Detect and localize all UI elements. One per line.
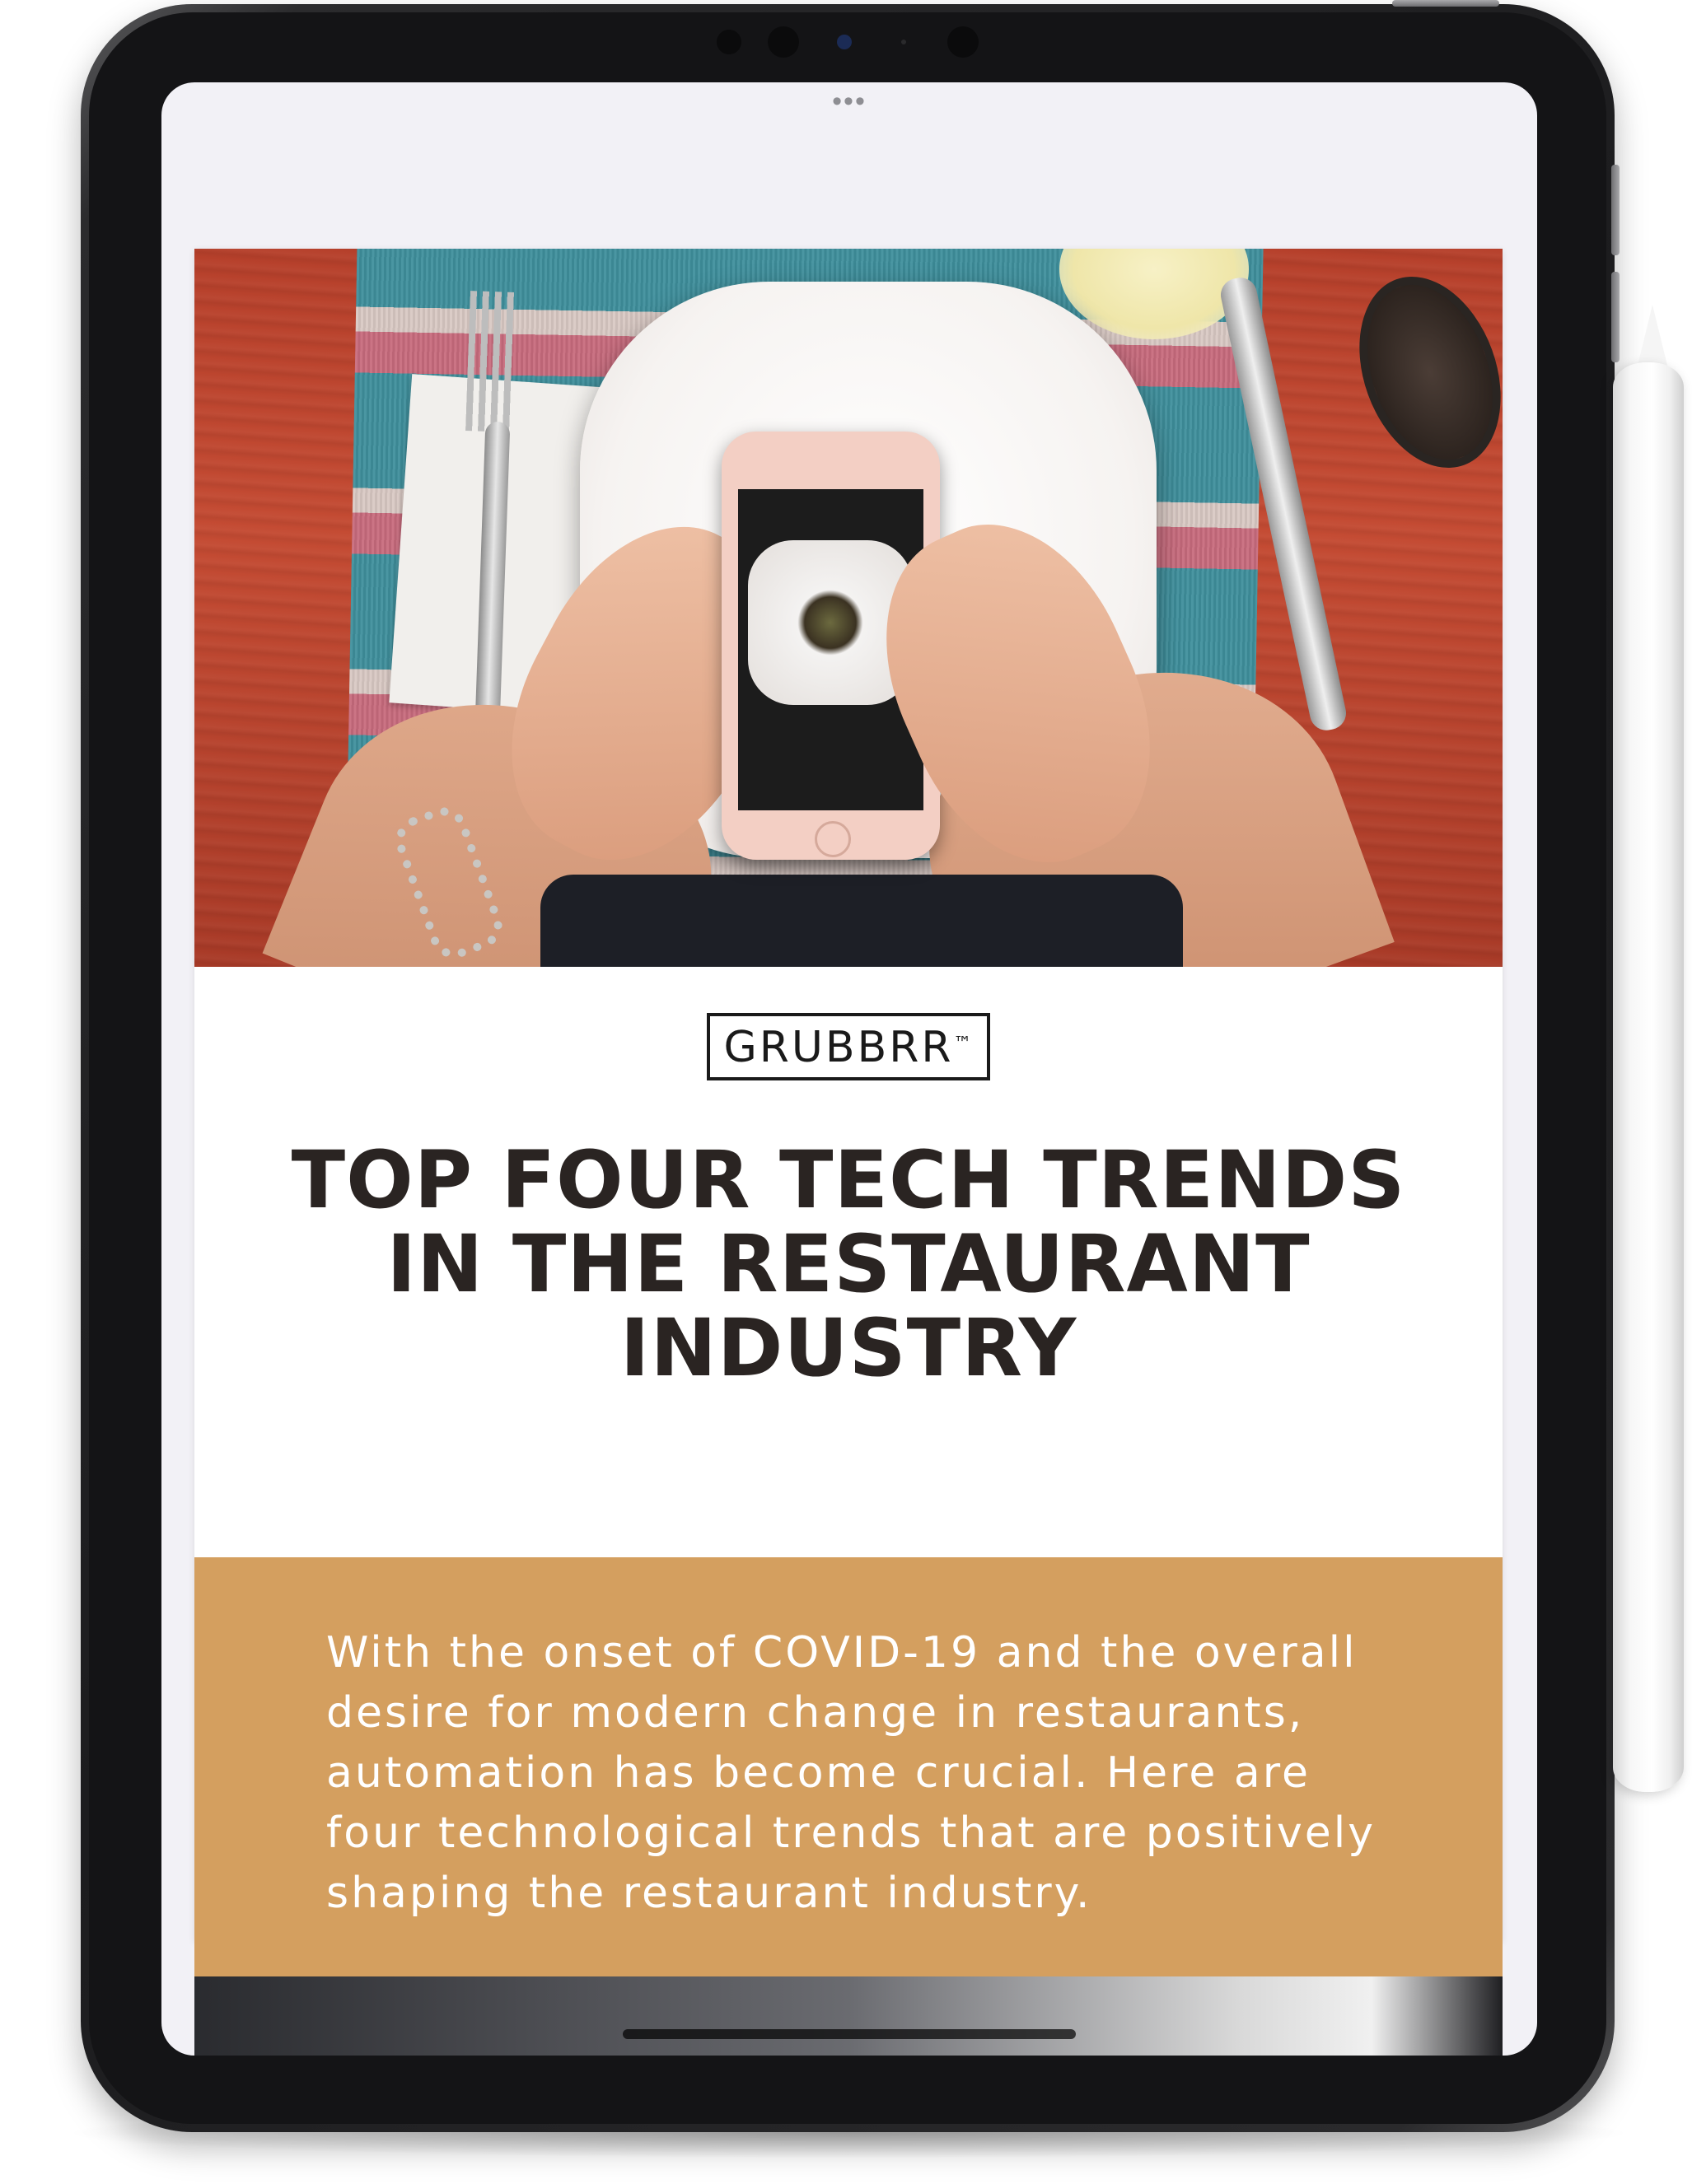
phone-dish	[797, 590, 863, 656]
intro-paragraph: With the onset of COVID-19 and the overa…	[326, 1628, 1376, 1918]
article-card: GRUBBRR™ TOP FOUR TECH TRENDS IN THE RES…	[194, 249, 1503, 2023]
next-article-card-preview[interactable]	[194, 1976, 1503, 2056]
brand-logo-text: GRUBBRR	[723, 1023, 954, 1072]
sensor-dot	[901, 40, 906, 44]
article-title: TOP FOUR TECH TRENDS IN THE RESTAURANT I…	[291, 1134, 1406, 1394]
top-button	[1392, 0, 1499, 7]
shirt	[540, 875, 1183, 967]
sensor-dot	[717, 30, 741, 54]
multitask-handle[interactable]: •••	[161, 87, 1537, 115]
brand-logo-wrap: GRUBBRR™	[194, 1013, 1503, 1080]
camera-lens-icon	[837, 35, 852, 49]
volume-down-button	[1611, 272, 1620, 362]
volume-up-button	[1611, 165, 1620, 255]
sensor-dot	[768, 26, 799, 58]
hero-image	[194, 249, 1503, 967]
tablet-screen: ••• GRUBBRR™ TOP FOUR TECH TRENDS IN THE…	[161, 82, 1537, 2056]
phone-home-button	[815, 821, 851, 857]
fork-icon	[465, 291, 515, 432]
trademark-mark: ™	[953, 1034, 972, 1054]
pencil-icon	[1613, 362, 1684, 1792]
device-mockup: ••• GRUBBRR™ TOP FOUR TECH TRENDS IN THE…	[0, 0, 1692, 2184]
brand-logo: GRUBBRR™	[707, 1013, 990, 1080]
sensor-dot	[947, 26, 979, 58]
home-indicator[interactable]	[623, 2029, 1076, 2039]
intro-section: With the onset of COVID-19 and the overa…	[194, 1557, 1503, 2023]
